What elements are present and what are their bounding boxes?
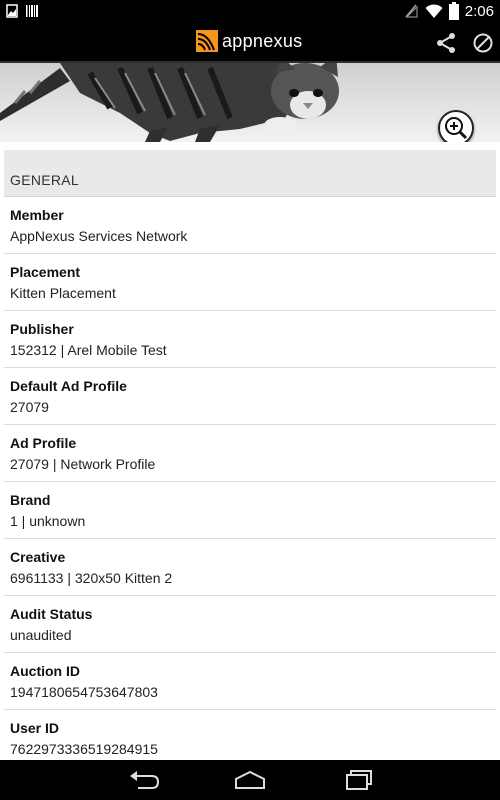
home-icon[interactable] [230,768,270,792]
status-bar: 2:06 [0,0,500,24]
appnexus-logo: appnexus [196,30,302,52]
image-notification-icon [6,4,18,18]
battery-icon [448,2,459,20]
no-signal-icon [405,4,418,18]
detail-value: 6961133 | 320x50 Kitten 2 [10,570,173,586]
detail-value: 1 | unknown [10,513,86,529]
recents-icon[interactable] [337,768,377,792]
wifi-icon [425,4,443,18]
detail-row-brand: Brand 1 | unknown [4,482,496,539]
system-icons: 2:06 [403,2,494,20]
detail-row-audit-status: Audit Status unaudited [4,596,496,653]
detail-row-ad-profile: Ad Profile 27079 | Network Profile [4,425,496,482]
back-icon[interactable] [124,768,164,792]
block-icon[interactable] [471,31,495,55]
detail-value: 152312 | Arel Mobile Test [10,342,167,358]
zoom-button[interactable] [438,110,474,146]
kitten-image [0,63,500,142]
detail-label: Placement [10,264,81,280]
zoom-in-icon [445,117,468,140]
section-title: GENERAL [10,172,80,188]
details-list: Member AppNexus Services Network Placeme… [0,197,500,760]
detail-value: Kitten Placement [10,285,116,301]
details-panel: GENERAL Member AppNexus Services Network… [0,142,500,760]
detail-label: Publisher [10,321,74,337]
detail-value: 7622973336519284915 [10,741,158,757]
detail-value: 27079 [10,399,49,415]
detail-label: Brand [10,492,51,508]
detail-label: Member [10,207,64,223]
notification-icons [6,4,38,18]
detail-value: unaudited [10,627,72,643]
status-clock: 2:06 [464,2,494,20]
banner-ad-image [0,63,500,142]
barcode-notification-icon [26,5,38,17]
detail-row-auction-id: Auction ID 1947180654753647803 [4,653,496,710]
detail-row-user-id: User ID 7622973336519284915 [4,710,496,760]
detail-value: 1947180654753647803 [10,684,158,700]
detail-label: User ID [10,720,60,736]
logo-text: appnexus [222,30,303,51]
section-header-general: GENERAL [4,150,496,197]
detail-value: AppNexus Services Network [10,228,188,244]
system-navigation-bar [0,760,500,800]
share-icon[interactable] [434,31,458,55]
detail-row-placement: Placement Kitten Placement [4,254,496,311]
app-action-bar: appnexus [0,24,500,61]
detail-row-publisher: Publisher 152312 | Arel Mobile Test [4,311,496,368]
detail-label: Auction ID [10,663,80,679]
detail-label: Creative [10,549,66,565]
detail-row-creative: Creative 6961133 | 320x50 Kitten 2 [4,539,496,596]
detail-value: 27079 | Network Profile [10,456,156,472]
detail-row-default-ad-profile: Default Ad Profile 27079 [4,368,496,425]
detail-label: Ad Profile [10,435,77,451]
appnexus-logo-icon [196,30,218,52]
detail-label: Default Ad Profile [10,378,127,394]
detail-label: Audit Status [10,606,93,622]
detail-row-member: Member AppNexus Services Network [4,197,496,254]
